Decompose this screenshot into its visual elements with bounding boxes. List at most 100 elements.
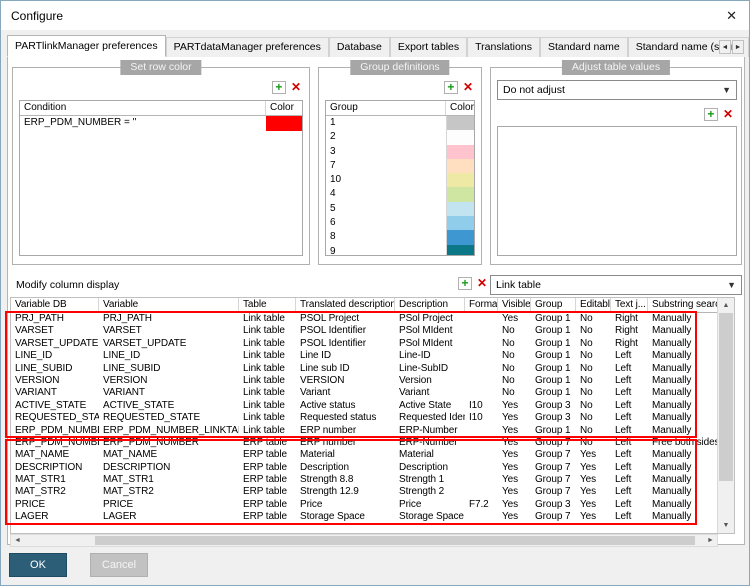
tab-database[interactable]: Database bbox=[329, 37, 390, 57]
add-group-icon[interactable]: + bbox=[444, 81, 458, 94]
column-header-variable-db[interactable]: Variable DB bbox=[11, 298, 99, 312]
column-header-table[interactable]: Table bbox=[239, 298, 296, 312]
ok-button[interactable]: OK bbox=[9, 553, 67, 577]
row-color-row[interactable]: ERP_PDM_NUMBER = '' bbox=[20, 116, 302, 131]
group-definition-row[interactable]: 9 bbox=[326, 245, 474, 256]
horizontal-scrollbar[interactable]: ◄ ► bbox=[10, 534, 718, 547]
table-row[interactable]: ERP_PDM_NUMBERERP_PDM_NUMBER_LINKTABLELi… bbox=[11, 425, 717, 437]
cell-text-j: Left bbox=[611, 437, 648, 449]
column-header-condition[interactable]: Condition bbox=[20, 101, 266, 115]
tab-scroll-right-icon[interactable]: ► bbox=[732, 40, 744, 54]
column-header-color[interactable]: Color bbox=[266, 101, 302, 115]
group-color-swatch[interactable] bbox=[446, 159, 474, 173]
group-definition-row[interactable]: 7 bbox=[326, 159, 474, 173]
tab-partdatamanager-preferences[interactable]: PARTdataManager preferences bbox=[166, 37, 329, 57]
scroll-up-icon[interactable]: ▲ bbox=[718, 298, 734, 313]
group-number-cell: 6 bbox=[326, 216, 446, 230]
tab-translations[interactable]: Translations bbox=[467, 37, 540, 57]
group-definition-row[interactable]: 8 bbox=[326, 230, 474, 244]
table-row[interactable]: PRICEPRICEERP tablePricePriceF7.2YesGrou… bbox=[11, 499, 717, 511]
table-row[interactable]: PRJ_PATHPRJ_PATHLink tablePSOL ProjectPS… bbox=[11, 313, 717, 325]
column-header-translated-description[interactable]: Translated description bbox=[296, 298, 395, 312]
cell-variable: MAT_NAME bbox=[99, 449, 239, 461]
cell-variable: PRJ_PATH bbox=[99, 313, 239, 325]
column-header-format[interactable]: Format bbox=[465, 298, 498, 312]
table-row[interactable]: LINE_SUBIDLINE_SUBIDLink tableLine sub I… bbox=[11, 363, 717, 375]
tab-export-tables[interactable]: Export tables bbox=[390, 37, 467, 57]
delete-condition-icon[interactable]: ✕ bbox=[291, 81, 301, 94]
tab-scroll-left-icon[interactable]: ◄ bbox=[719, 40, 731, 54]
cell-table: Link table bbox=[239, 338, 296, 350]
add-adjustment-icon[interactable]: + bbox=[704, 108, 718, 121]
cancel-button[interactable]: Cancel bbox=[90, 553, 148, 577]
cell-substring-search: Manually bbox=[648, 511, 717, 523]
scroll-left-icon[interactable]: ◄ bbox=[11, 535, 24, 546]
column-header-description[interactable]: Description bbox=[395, 298, 465, 312]
column-header-variable[interactable]: Variable bbox=[99, 298, 239, 312]
group-definition-row[interactable]: 2 bbox=[326, 130, 474, 144]
cell-visible: Yes bbox=[498, 313, 531, 325]
cell-variable: DESCRIPTION bbox=[99, 462, 239, 474]
group-color-swatch[interactable] bbox=[446, 202, 474, 216]
column-header-color[interactable]: Color bbox=[446, 101, 474, 115]
tab-standard-name[interactable]: Standard name bbox=[540, 37, 628, 57]
adjust-mode-dropdown[interactable]: Do not adjust ▼ bbox=[497, 80, 737, 100]
scroll-right-icon[interactable]: ► bbox=[704, 535, 717, 546]
table-row[interactable]: LAGERLAGERERP tableStorage SpaceStorage … bbox=[11, 511, 717, 523]
group-definition-row[interactable]: 6 bbox=[326, 216, 474, 230]
close-icon[interactable]: ✕ bbox=[726, 8, 737, 24]
table-row[interactable]: DESCRIPTIONDESCRIPTIONERP tableDescripti… bbox=[11, 462, 717, 474]
column-header-substring-search[interactable]: Substring search^ bbox=[648, 298, 717, 312]
scroll-down-icon[interactable]: ▼ bbox=[718, 518, 734, 533]
cell-substring-search: Manually bbox=[648, 387, 717, 399]
table-row[interactable]: VERSIONVERSIONLink tableVERSIONVersionNo… bbox=[11, 375, 717, 387]
group-definition-row[interactable]: 1 bbox=[326, 116, 474, 130]
column-header-group[interactable]: Group bbox=[326, 101, 446, 115]
table-row[interactable]: MAT_STR1MAT_STR1ERP tableStrength 8.8Str… bbox=[11, 474, 717, 486]
table-row[interactable]: VARSETVARSETLink tablePSOL IdentifierPSo… bbox=[11, 325, 717, 337]
cell-variable-db: ACTIVE_STATE bbox=[11, 400, 99, 412]
vertical-scrollbar[interactable]: ▲ ▼ bbox=[717, 298, 734, 533]
group-definition-row[interactable]: 4 bbox=[326, 187, 474, 201]
group-color-swatch[interactable] bbox=[446, 216, 474, 230]
table-select-dropdown[interactable]: Link table ▼ bbox=[490, 275, 742, 295]
row-color-swatch[interactable] bbox=[266, 116, 302, 131]
group-color-swatch[interactable] bbox=[446, 145, 474, 159]
group-color-swatch[interactable] bbox=[446, 230, 474, 244]
delete-adjustment-icon[interactable]: ✕ bbox=[723, 108, 733, 121]
group-definition-row[interactable]: 5 bbox=[326, 202, 474, 216]
delete-group-icon[interactable]: ✕ bbox=[463, 81, 473, 94]
table-row[interactable]: REQUESTED_STATEREQUESTED_STATELink table… bbox=[11, 412, 717, 424]
table-row[interactable]: VARSET_UPDATEVARSET_UPDATELink tablePSOL… bbox=[11, 338, 717, 350]
column-header-group[interactable]: Group bbox=[531, 298, 576, 312]
cell-description: Line-ID bbox=[395, 350, 465, 362]
cell-translated-description: Line sub ID bbox=[296, 363, 395, 375]
table-row[interactable]: VARIANTVARIANTLink tableVariantVariantNo… bbox=[11, 387, 717, 399]
group-color-swatch[interactable] bbox=[446, 116, 474, 130]
cell-group: Group 1 bbox=[531, 387, 576, 399]
group-color-swatch[interactable] bbox=[446, 130, 474, 144]
add-column-icon[interactable]: + bbox=[458, 277, 472, 290]
cell-translated-description: Price bbox=[296, 499, 395, 511]
column-header-text-j[interactable]: Text j... bbox=[611, 298, 648, 312]
column-header-editable[interactable]: Editable bbox=[576, 298, 611, 312]
tab-partlinkmanager-preferences[interactable]: PARTlinkManager preferences bbox=[7, 35, 166, 57]
group-definition-row[interactable]: 3 bbox=[326, 145, 474, 159]
group-color-swatch[interactable] bbox=[446, 173, 474, 187]
vscroll-thumb[interactable] bbox=[719, 313, 733, 481]
add-condition-icon[interactable]: + bbox=[272, 81, 286, 94]
cell-visible: Yes bbox=[498, 437, 531, 449]
group-color-swatch[interactable] bbox=[446, 187, 474, 201]
group-definition-row[interactable]: 10 bbox=[326, 173, 474, 187]
table-row[interactable]: ACTIVE_STATEACTIVE_STATELink tableActive… bbox=[11, 400, 717, 412]
cell-format bbox=[465, 375, 498, 387]
table-row[interactable]: LINE_IDLINE_IDLink tableLine IDLine-IDNo… bbox=[11, 350, 717, 362]
column-header-visible[interactable]: Visible bbox=[498, 298, 531, 312]
hscroll-thumb[interactable] bbox=[95, 536, 695, 545]
cell-translated-description: PSOL Identifier bbox=[296, 338, 395, 350]
table-row[interactable]: ERP_PDM_NUMBERERP_PDM_NUMBERERP tableERP… bbox=[11, 437, 717, 449]
table-row[interactable]: MAT_STR2MAT_STR2ERP tableStrength 12.9St… bbox=[11, 486, 717, 498]
group-color-swatch[interactable] bbox=[446, 245, 474, 256]
table-row[interactable]: MAT_NAMEMAT_NAMEERP tableMaterialMateria… bbox=[11, 449, 717, 461]
delete-column-icon[interactable]: ✕ bbox=[477, 277, 487, 290]
